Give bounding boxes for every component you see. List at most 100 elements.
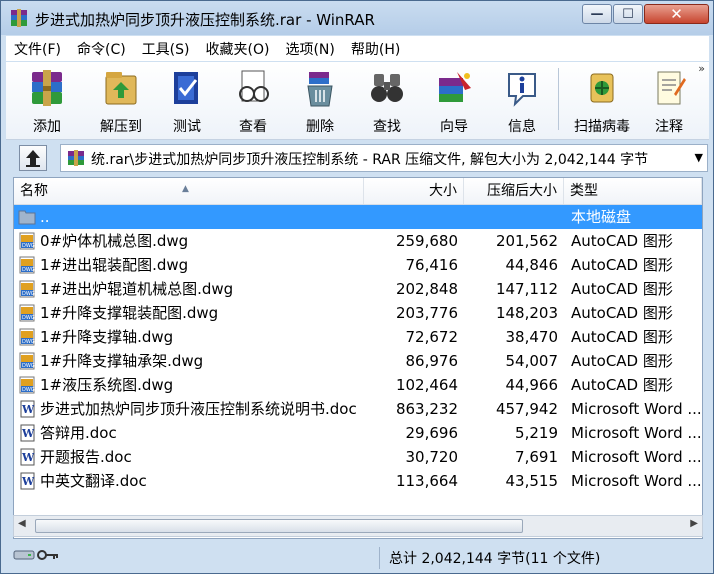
comment-label: 注释 [655,119,683,135]
file-packed-size [464,205,558,229]
file-name: 0#炉体机械总图.dwg [40,232,189,250]
close-icon: ✕ [670,5,683,23]
file-packed-size: 457,942 [495,400,558,418]
wizard-button[interactable]: 向导 [423,66,485,136]
wizard-label: 向导 [440,119,468,135]
table-row[interactable]: DWG 1#升降支撑轴.dwg 72,672 38,470 AutoCAD 图形 [14,325,702,349]
file-name: 答辩用.doc [40,424,117,442]
minimize-button[interactable]: — [582,4,612,24]
status-separator [379,547,380,569]
word-file-icon: W [18,424,36,442]
scroll-left-icon[interactable]: ◀ [18,518,26,529]
drive-icon [13,550,35,560]
toolbar-separator [558,68,559,130]
file-type: AutoCAD 图形 [571,328,673,346]
file-size: 29,696 [405,424,459,442]
svg-text:W: W [21,427,35,440]
scroll-right-icon[interactable]: ▶ [690,518,698,529]
title-bar[interactable]: 步进式加热炉同步顶升液压控制系统.rar - WinRAR — ☐ ✕ [1,1,713,35]
file-size: 30,720 [405,448,459,466]
file-type: AutoCAD 图形 [571,352,673,370]
file-type: AutoCAD 图形 [571,232,673,250]
maximize-button[interactable]: ☐ [613,4,643,24]
word-file-icon: W [18,448,36,466]
svg-text:DWG: DWG [22,387,35,393]
table-row[interactable]: W 答辩用.doc 29,696 5,219 Microsoft Word ... [14,421,702,445]
file-packed-size: 54,007 [505,352,559,370]
delete-button[interactable]: 删除 [289,66,351,136]
menu-favorites[interactable]: 收藏夹(O) [198,39,278,59]
dwg-file-icon: DWG [18,256,36,274]
file-name: 1#进出炉辊道机械总图.dwg [40,280,234,298]
column-type[interactable]: 类型 [564,178,702,204]
file-size: 113,664 [395,472,458,490]
address-field[interactable]: 统.rar\步进式加热炉同步顶升液压控制系统 - RAR 压缩文件, 解包大小为… [60,144,708,172]
file-packed-size: 44,966 [505,376,559,394]
file-size: 86,976 [405,352,459,370]
horizontal-scrollbar[interactable]: ◀ ▶ [13,515,703,537]
file-size [364,205,458,229]
table-row[interactable]: DWG 1#升降支撑轴承架.dwg 86,976 54,007 AutoCAD 图形 [14,349,702,373]
table-row[interactable]: W 步进式加热炉同步顶升液压控制系统说明书.doc 863,232 457,942 Mi… [14,397,702,421]
column-name[interactable]: 名称 ▲ [14,178,364,204]
table-row[interactable]: W 中英文翻译.doc 113,664 43,515 Microsoft Word ..… [14,469,702,493]
file-name: 步进式加热炉同步顶升液压控制系统说明书.doc [40,400,357,418]
svg-text:W: W [21,475,35,488]
file-name: 开题报告.doc [40,448,132,466]
up-one-level-button[interactable] [19,145,47,171]
file-size: 259,680 [395,232,458,250]
menu-help[interactable]: 帮助(H) [343,39,408,59]
menu-tools[interactable]: 工具(S) [134,39,198,59]
svg-text:DWG: DWG [22,243,35,249]
menu-bar: 文件(F) 命令(C) 工具(S) 收藏夹(O) 选项(N) 帮助(H) [6,36,709,61]
table-row[interactable]: W 开题报告.doc 30,720 7,691 Microsoft Word ... [14,445,702,469]
find-button[interactable]: 查找 [356,66,418,136]
test-button[interactable]: 测试 [156,66,218,136]
sort-asc-icon: ▲ [182,184,189,194]
close-button[interactable]: ✕ [644,4,709,24]
comment-button[interactable]: 注释 [638,66,700,136]
extract-to-icon [105,72,137,105]
toolbar-overflow-icon[interactable]: » [698,62,705,75]
winrar-app-icon [11,9,27,27]
svg-text:DWG: DWG [22,339,35,345]
view-button[interactable]: 查看 [222,66,284,136]
menu-commands[interactable]: 命令(C) [69,39,134,59]
table-row[interactable]: .. 本地磁盘 [14,205,702,229]
word-file-icon: W [18,472,36,490]
table-row[interactable]: DWG 1#进出炉辊道机械总图.dwg 202,848 147,112 AutoCAD … [14,277,702,301]
add-button[interactable]: 添加 [16,66,78,136]
list-header: 名称 ▲ 大小 压缩后大小 类型 [14,178,702,205]
menu-options[interactable]: 选项(N) [277,39,342,59]
file-packed-size: 5,219 [515,424,558,442]
column-size[interactable]: 大小 [364,178,464,204]
table-row[interactable]: DWG 1#升降支撑辊装配图.dwg 203,776 148,203 AutoCAD 图… [14,301,702,325]
file-type: AutoCAD 图形 [571,304,673,322]
column-packed[interactable]: 压缩后大小 [464,178,564,204]
chevron-down-icon[interactable]: ▼ [695,151,703,164]
file-packed-size: 7,691 [515,448,558,466]
find-label: 查找 [373,119,401,135]
table-row[interactable]: DWG 0#炉体机械总图.dwg 259,680 201,562 AutoCAD 图形 [14,229,702,253]
extract-to-button[interactable]: 解压到 [90,66,152,136]
file-type: AutoCAD 图形 [571,280,673,298]
window-title: 步进式加热炉同步顶升液压控制系统.rar - WinRAR [35,11,375,29]
scroll-thumb[interactable] [35,519,523,533]
add-label: 添加 [33,119,61,135]
status-summary: 总计 2,042,144 字节(11 个文件) [389,551,601,567]
file-name: 1#进出辊装配图.dwg [40,256,189,274]
virus-scan-icon [590,73,614,103]
info-label: 信息 [508,119,536,135]
svg-text:W: W [21,403,35,416]
table-row[interactable]: DWG 1#进出辊装配图.dwg 76,416 44,846 AutoCAD 图形 [14,253,702,277]
virus-scan-button[interactable]: 扫描病毒 [568,66,636,136]
dwg-file-icon: DWG [18,376,36,394]
table-row[interactable]: DWG 1#液压系统图.dwg 102,464 44,966 AutoCAD 图形 [14,373,702,397]
column-name-label: 名称 [20,183,48,199]
file-size: 102,464 [395,376,458,394]
file-type: AutoCAD 图形 [571,256,673,274]
info-button[interactable]: 信息 [491,66,553,136]
svg-text:DWG: DWG [22,267,35,273]
menu-file[interactable]: 文件(F) [6,39,69,59]
key-icon [37,550,58,560]
